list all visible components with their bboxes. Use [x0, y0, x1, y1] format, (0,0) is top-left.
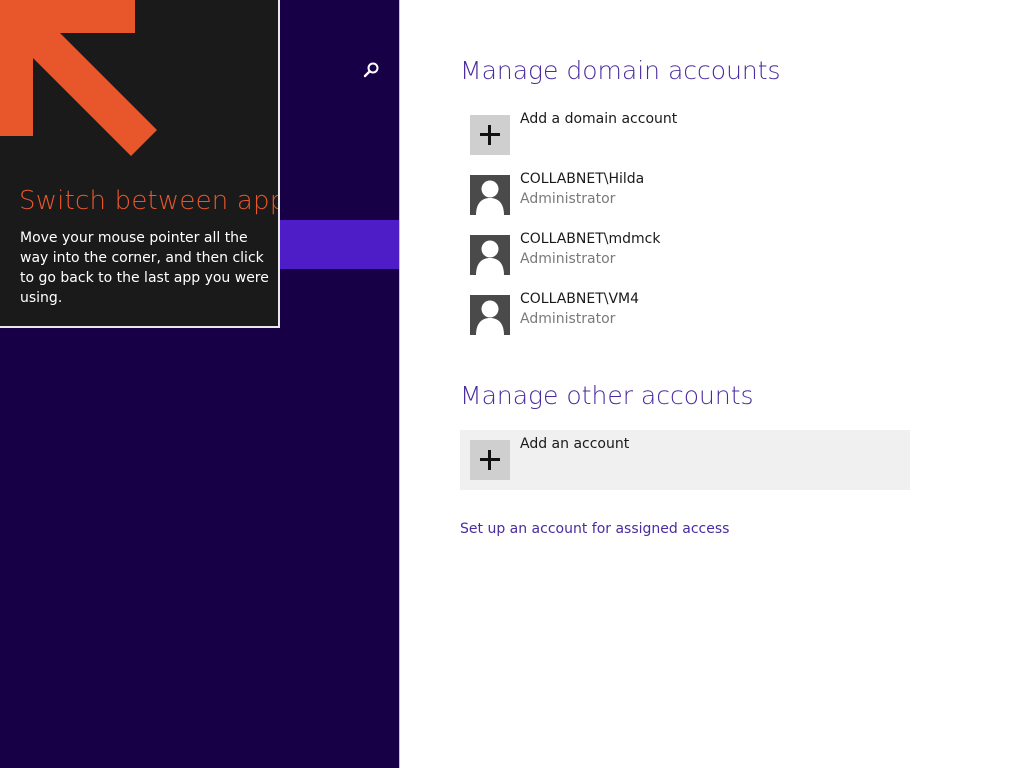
account-item-hilda[interactable]: COLLABNET\Hilda Administrator	[460, 165, 910, 225]
tip-panel: Switch between apps Move your mouse poin…	[0, 0, 280, 328]
user-avatar-icon	[470, 175, 510, 215]
assigned-access-link[interactable]: Set up an account for assigned access	[460, 521, 729, 537]
plus-icon	[470, 440, 510, 480]
tip-title: Switch between apps	[19, 186, 280, 216]
user-avatar-icon	[470, 295, 510, 335]
account-item-mdmck[interactable]: COLLABNET\mdmck Administrator	[460, 225, 910, 285]
arrow-up-left-icon	[0, 0, 157, 156]
add-domain-account-button[interactable]: Add a domain account	[460, 105, 910, 165]
add-domain-account-label: Add a domain account	[520, 111, 678, 127]
plus-icon	[470, 115, 510, 155]
pane-divider	[399, 0, 400, 768]
account-name: COLLABNET\mdmck	[520, 231, 661, 247]
user-avatar-icon	[470, 235, 510, 275]
tip-body: Move your mouse pointer all the way into…	[20, 228, 269, 308]
add-account-label: Add an account	[520, 436, 630, 452]
account-role: Administrator	[520, 311, 616, 327]
other-section-title: Manage other accounts	[460, 381, 754, 410]
domain-section-title: Manage domain accounts	[460, 56, 781, 85]
account-name: COLLABNET\VM4	[520, 291, 640, 307]
add-account-button[interactable]: Add an account	[460, 430, 910, 490]
tip-body-line: Move your mouse pointer all the	[20, 230, 248, 246]
account-name: COLLABNET\Hilda	[520, 171, 645, 187]
account-role: Administrator	[520, 191, 616, 207]
account-item-vm4[interactable]: COLLABNET\VM4 Administrator	[460, 285, 910, 345]
tip-body-line: way into the corner, and then click	[20, 250, 264, 266]
search-icon[interactable]	[361, 60, 381, 80]
tip-body-line: using.	[20, 290, 63, 306]
tip-body-line: to go back to the last app you were	[20, 270, 269, 286]
account-role: Administrator	[520, 251, 616, 267]
